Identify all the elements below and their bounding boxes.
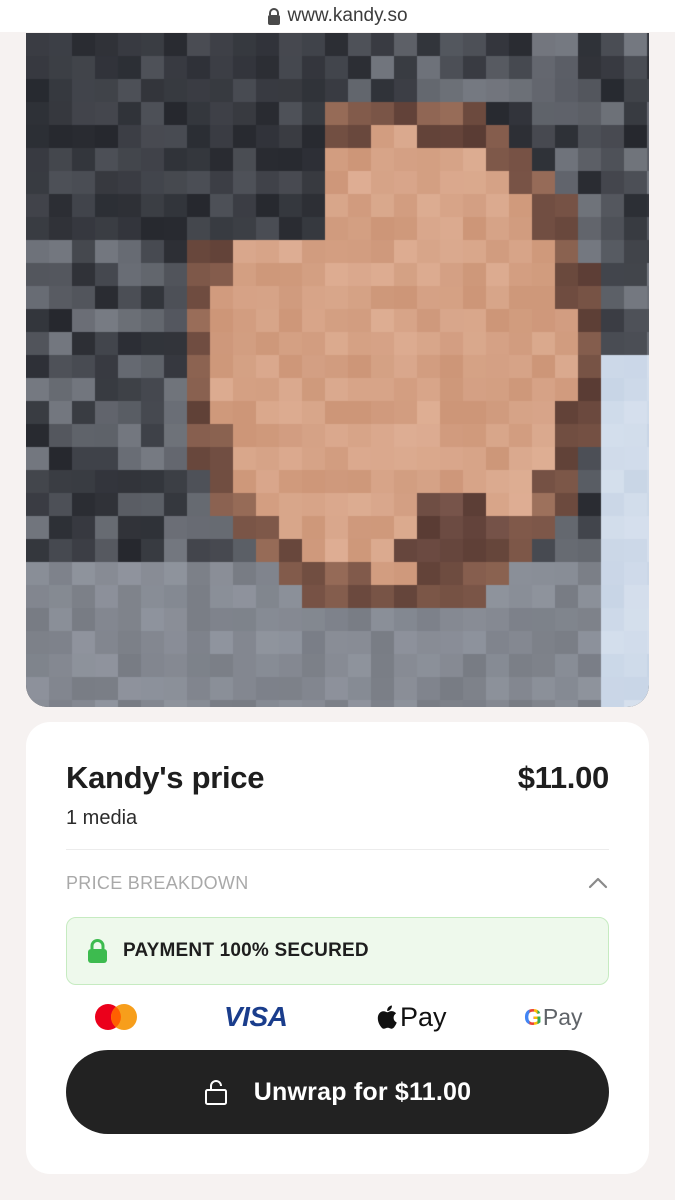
browser-url-bar[interactable]: www.kandy.so bbox=[0, 0, 675, 32]
lock-icon bbox=[268, 7, 281, 25]
unlock-icon bbox=[204, 1080, 227, 1105]
visa-logo: VISA bbox=[224, 1001, 288, 1032]
creator-price-title: Kandy's price bbox=[66, 760, 265, 795]
unwrap-button-label: Unwrap for $11.00 bbox=[253, 1077, 472, 1106]
pixelated-image bbox=[26, 33, 649, 707]
blurred-media-preview[interactable] bbox=[26, 33, 649, 707]
lock-icon bbox=[88, 939, 107, 963]
payment-methods: VISA Pay G Pay bbox=[66, 1000, 609, 1034]
browser-url: www.kandy.so bbox=[287, 5, 408, 26]
price-value: $11.00 bbox=[517, 760, 610, 795]
google-pay-text: Pay bbox=[542, 1003, 583, 1030]
apple-pay-logo: Pay bbox=[376, 1000, 447, 1034]
mastercard-icon bbox=[94, 1000, 138, 1034]
payment-secured-text: PAYMENT 100% SECURED bbox=[123, 940, 369, 961]
purchase-card: Kandy's price $11.00 1 media PRICE BREAK… bbox=[26, 722, 649, 1174]
divider bbox=[66, 849, 609, 850]
apple-icon bbox=[377, 1005, 397, 1029]
apple-pay-text: Pay bbox=[400, 1001, 447, 1032]
unwrap-button[interactable]: Unwrap for $11.00 bbox=[66, 1050, 609, 1134]
media-count: 1 media bbox=[66, 807, 138, 829]
payment-secured-banner: PAYMENT 100% SECURED bbox=[66, 917, 609, 985]
price-breakdown-label[interactable]: PRICE BREAKDOWN bbox=[66, 873, 249, 894]
google-g-icon: G bbox=[524, 1003, 542, 1030]
google-pay-logo: G Pay bbox=[524, 1000, 583, 1034]
chevron-up-icon[interactable] bbox=[587, 872, 609, 894]
